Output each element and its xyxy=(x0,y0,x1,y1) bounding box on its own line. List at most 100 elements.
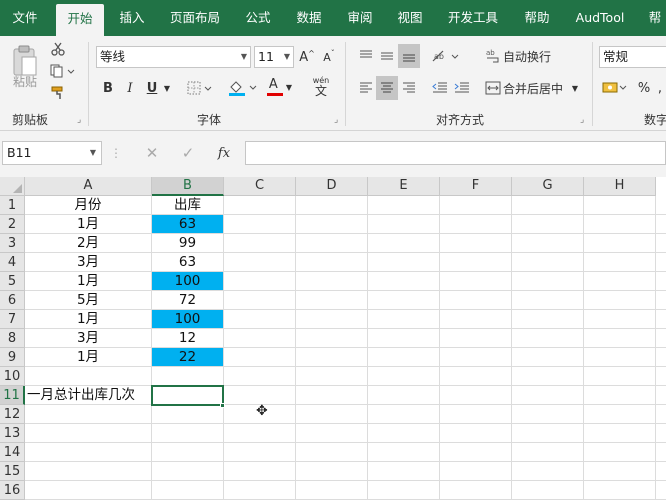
tab-page-layout[interactable]: 页面布局 xyxy=(163,0,227,36)
decrease-indent-icon[interactable] xyxy=(430,78,450,98)
paste-button[interactable]: 粘贴 xyxy=(6,74,44,89)
font-name-select[interactable]: 等线 ▼ xyxy=(96,46,251,68)
merge-center-icon[interactable] xyxy=(484,78,502,98)
column-header-a[interactable]: A xyxy=(25,177,152,196)
comma-style-button[interactable]: , xyxy=(654,78,666,98)
active-cell-b11[interactable] xyxy=(151,385,224,406)
cell-b8[interactable]: 12 xyxy=(152,329,223,347)
row-header-6[interactable]: 6 xyxy=(0,291,25,310)
tab-file[interactable]: 文件 xyxy=(0,0,50,36)
tab-audtool[interactable]: AudTool xyxy=(568,0,632,36)
tab-view[interactable]: 视图 xyxy=(390,0,430,36)
align-middle-icon[interactable] xyxy=(377,46,397,66)
row-header-9[interactable]: 9 xyxy=(0,348,25,367)
row-header-11[interactable]: 11 xyxy=(0,386,25,405)
row-header-5[interactable]: 5 xyxy=(0,272,25,291)
tab-formulas[interactable]: 公式 xyxy=(238,0,278,36)
insert-function-button[interactable]: fx xyxy=(212,143,236,163)
row-header-3[interactable]: 3 xyxy=(0,234,25,253)
tab-review[interactable]: 审阅 xyxy=(340,0,380,36)
cell-a5[interactable]: 1月 xyxy=(25,272,151,291)
cell-b5[interactable]: 100 xyxy=(152,272,223,290)
cell-a7[interactable]: 1月 xyxy=(25,310,151,329)
grow-font-button[interactable]: A ^ xyxy=(298,48,316,66)
tab-overflow[interactable]: 帮 xyxy=(644,0,666,36)
cell-a1[interactable]: 月份 xyxy=(25,196,151,215)
column-header-c[interactable]: C xyxy=(224,177,296,196)
align-top-icon[interactable] xyxy=(356,46,376,66)
wrap-text-icon[interactable]: ab xyxy=(484,46,502,66)
tab-insert[interactable]: 插入 xyxy=(111,0,153,36)
tab-help[interactable]: 帮助 xyxy=(517,0,557,36)
italic-button[interactable]: I xyxy=(122,78,138,98)
cancel-entry-icon[interactable]: ✕ xyxy=(140,143,164,163)
orientation-icon[interactable]: ab xyxy=(430,46,462,66)
column-header-e[interactable]: E xyxy=(368,177,440,196)
clipboard-launcher-icon[interactable]: ⌟ xyxy=(77,115,81,125)
accounting-format-icon[interactable] xyxy=(601,78,631,98)
fill-color-icon[interactable] xyxy=(226,78,260,98)
underline-button[interactable]: U xyxy=(144,78,160,98)
font-color-icon[interactable]: A ▼ xyxy=(263,76,295,98)
increase-indent-icon[interactable] xyxy=(452,78,472,98)
tab-data[interactable]: 数据 xyxy=(289,0,329,36)
tab-home[interactable]: 开始 xyxy=(56,4,104,36)
tab-developer[interactable]: 开发工具 xyxy=(441,0,505,36)
cut-icon[interactable] xyxy=(48,40,68,58)
cell-b1[interactable]: 出库 xyxy=(152,196,223,214)
chevron-down-icon[interactable]: ▼ xyxy=(162,80,172,96)
formula-input[interactable] xyxy=(245,141,666,165)
cell-b4[interactable]: 63 xyxy=(152,253,223,271)
row-header-2[interactable]: 2 xyxy=(0,215,25,234)
column-header-d[interactable]: D xyxy=(296,177,368,196)
format-painter-icon[interactable] xyxy=(48,84,68,102)
merge-center-button[interactable]: 合并后居中 xyxy=(503,78,569,98)
column-header-b[interactable]: B xyxy=(152,177,224,196)
row-header-15[interactable]: 15 xyxy=(0,462,25,481)
align-center-icon[interactable] xyxy=(376,76,398,100)
align-left-icon[interactable] xyxy=(356,78,376,98)
row-header-13[interactable]: 13 xyxy=(0,424,25,443)
row-header-14[interactable]: 14 xyxy=(0,443,25,462)
row-header-7[interactable]: 7 xyxy=(0,310,25,329)
percent-style-button[interactable]: % xyxy=(634,78,654,98)
confirm-entry-icon[interactable]: ✓ xyxy=(176,143,200,163)
row-header-16[interactable]: 16 xyxy=(0,481,25,500)
font-launcher-icon[interactable]: ⌟ xyxy=(334,115,338,125)
align-bottom-icon[interactable] xyxy=(398,44,420,68)
cell-b2[interactable]: 63 xyxy=(152,215,223,233)
chevron-down-icon[interactable]: ▼ xyxy=(570,80,580,96)
shrink-font-button[interactable]: Aˇ xyxy=(320,48,338,66)
align-right-icon[interactable] xyxy=(399,78,419,98)
copy-icon[interactable] xyxy=(48,62,78,80)
fill-handle[interactable] xyxy=(220,403,225,408)
number-format-select[interactable]: 常规 xyxy=(599,46,666,68)
cell-a11[interactable]: 一月总计出库几次 xyxy=(25,386,152,405)
name-box[interactable]: B11 ▼ xyxy=(2,141,102,165)
cell-a3[interactable]: 2月 xyxy=(25,234,151,253)
column-header-g[interactable]: G xyxy=(512,177,584,196)
cell-b3[interactable]: 99 xyxy=(152,234,223,252)
cell-b6[interactable]: 72 xyxy=(152,291,223,309)
font-size-select[interactable]: 11 ▼ xyxy=(254,46,294,68)
row-header-4[interactable]: 4 xyxy=(0,253,25,272)
phonetic-guide-button[interactable]: wén 文 xyxy=(304,74,338,100)
row-header-8[interactable]: 8 xyxy=(0,329,25,348)
cell-a2[interactable]: 1月 xyxy=(25,215,151,234)
bold-button[interactable]: B xyxy=(100,78,116,98)
row-header-10[interactable]: 10 xyxy=(0,367,25,386)
alignment-launcher-icon[interactable]: ⌟ xyxy=(580,115,584,125)
row-header-1[interactable]: 1 xyxy=(0,196,25,215)
cell-b7[interactable]: 100 xyxy=(152,310,223,328)
column-header-h[interactable]: H xyxy=(584,177,656,196)
borders-icon[interactable] xyxy=(186,78,214,98)
column-header-f[interactable]: F xyxy=(440,177,512,196)
select-all-button[interactable] xyxy=(0,177,25,196)
wrap-text-button[interactable]: 自动换行 xyxy=(503,46,553,66)
cell-a9[interactable]: 1月 xyxy=(25,348,151,367)
cell-a6[interactable]: 5月 xyxy=(25,291,151,310)
cell-a4[interactable]: 3月 xyxy=(25,253,151,272)
formula-bar-grip-icon[interactable]: ⋮ xyxy=(110,145,122,161)
worksheet-grid[interactable]: A B C D E F G H 1 2 3 4 5 6 7 8 9 10 11 12 13 14 15 16 月份 出库 1月 63 2… xyxy=(0,177,666,500)
row-header-12[interactable]: 12 xyxy=(0,405,25,424)
